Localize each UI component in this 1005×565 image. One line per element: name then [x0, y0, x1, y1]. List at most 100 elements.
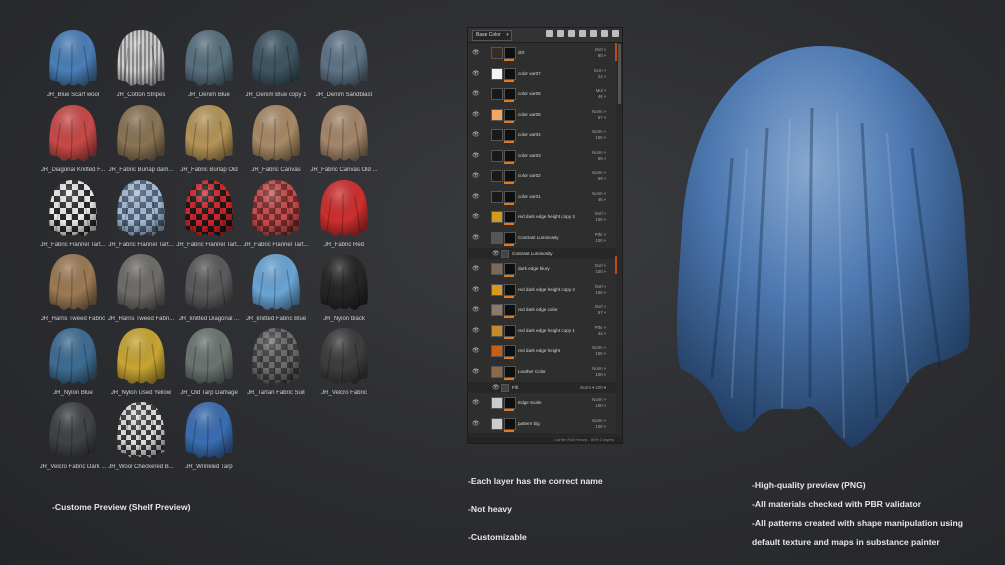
fill-layer-icon[interactable]	[579, 30, 586, 37]
layer-row[interactable]: 👁 color var03 Norm ▾ 59 ▾	[468, 145, 616, 167]
material-thumbnail[interactable]: JR_Fabric Canvas	[241, 103, 311, 175]
layer-blend[interactable]: Norm ▾ 100 ▾	[592, 366, 606, 378]
material-thumbnail-label: JR_Fabric Flannel Tart...	[40, 242, 106, 248]
material-thumbnail[interactable]: JR_Fabric Burlap Old	[174, 103, 244, 175]
visibility-eye-icon[interactable]: 👁	[472, 368, 480, 375]
layer-blend[interactable]: Ovrl ▾ 100 ▾	[595, 211, 606, 223]
layer-mask-thumbnail	[504, 149, 516, 162]
add-mask-icon[interactable]	[557, 30, 564, 37]
visibility-eye-icon[interactable]: 👁	[472, 327, 480, 334]
blend-mode: Norm	[592, 149, 603, 155]
material-thumbnail[interactable]: JR_Diagonal Knitted F...	[38, 103, 108, 175]
layer-blend[interactable]: Mul ▾ 48 ▾	[596, 88, 606, 100]
layer-blend[interactable]: Norm ▾ 100 ▾	[592, 397, 606, 409]
layer-row[interactable]: 👁 color var04 Norm ▾ 100 ▾	[468, 125, 616, 147]
layer-blend[interactable]: Ovrl ▾ 57 ▾	[595, 304, 606, 316]
visibility-eye-icon[interactable]: 👁	[472, 347, 480, 354]
material-thumbnail[interactable]: JR_Old Tarp Damage	[174, 326, 244, 398]
layer-row[interactable]: 👁 Contrast Luminosity Pthr ▾ 100 ▾	[468, 227, 616, 249]
material-thumbnail[interactable]: JR_Harris Tweed Fabric	[38, 252, 108, 324]
layer-row[interactable]: 👁 dark edge blury Ovrl ▾ 100 ▾	[468, 259, 616, 281]
layer-opacity-bar	[504, 295, 514, 298]
material-thumbnail[interactable]: JR_Nylon Blue	[38, 326, 108, 398]
material-thumbnail[interactable]: JR_Wrinkled Tarp	[174, 400, 244, 472]
visibility-eye-icon[interactable]: 👁	[472, 399, 480, 406]
visibility-eye-icon[interactable]: 👁	[472, 420, 480, 427]
layer-blend[interactable]: Norm ▾ 59 ▾	[592, 170, 606, 182]
visibility-eye-icon[interactable]: 👁	[492, 250, 500, 257]
blend-opacity: 57	[597, 114, 603, 120]
material-thumbnail[interactable]: JR_Fabric Burlap dam...	[106, 103, 176, 175]
trash-icon[interactable]	[612, 30, 619, 37]
layer-row[interactable]: 👁 color var02 Norm ▾ 59 ▾	[468, 166, 616, 188]
smart-material-icon[interactable]	[590, 30, 597, 37]
layer-row[interactable]: 👁 red dark edge color Ovrl ▾ 57 ▾	[468, 300, 616, 322]
add-effect-icon[interactable]	[546, 30, 553, 37]
material-thumbnail[interactable]: JR_Fabric Flannel Tart...	[241, 178, 311, 250]
material-thumbnail[interactable]: JR_Fabric Canvas Old ...	[309, 103, 379, 175]
layer-blend[interactable]: Norm ▾ 57 ▾	[592, 109, 606, 121]
visibility-eye-icon[interactable]: 👁	[472, 193, 480, 200]
material-thumbnail[interactable]: JR_Velcro Fabric	[309, 326, 379, 398]
visibility-eye-icon[interactable]: 👁	[492, 384, 500, 391]
layer-row[interactable]: 👁 color var07 Scrn ▾ 22 ▾	[468, 63, 616, 85]
layer-row[interactable]: 👁 Edge Scale Norm ▾ 100 ▾	[468, 393, 616, 415]
material-thumbnail[interactable]: JR_Denim Sandblast	[309, 28, 379, 100]
material-thumbnail[interactable]: JR_Wool Checkered B...	[106, 400, 176, 472]
layer-blend[interactable]: Pthr ▾ 44 ▾	[595, 325, 606, 337]
layer-blend[interactable]: Norm ▾ 45 ▾	[592, 191, 606, 203]
material-thumbnail[interactable]: JR_Cotton Stripes	[106, 28, 176, 100]
layer-blend[interactable]: Norm ▾ 100 ▾	[592, 129, 606, 141]
material-thumbnail[interactable]: JR_Nylon black	[309, 252, 379, 324]
material-thumbnail[interactable]: JR_Fabric Flannel Tart...	[174, 178, 244, 250]
channel-select[interactable]: Base Color ▾	[472, 30, 512, 41]
layer-blend[interactable]: Pthr ▾ 100 ▾	[595, 232, 606, 244]
layer-blend[interactable]: Norm ▾ 100 ▾	[592, 418, 606, 430]
layer-blend[interactable]: Ovrl ▾ 100 ▾	[595, 284, 606, 296]
material-thumbnail[interactable]: JR_Denim Blue copy 1	[241, 28, 311, 100]
visibility-eye-icon[interactable]: 👁	[472, 265, 480, 272]
visibility-eye-icon[interactable]: 👁	[472, 90, 480, 97]
material-thumbnail[interactable]: JR_Velcro Fabric Dark ...	[38, 400, 108, 472]
visibility-eye-icon[interactable]: 👁	[472, 172, 480, 179]
folder-icon[interactable]	[601, 30, 608, 37]
layer-blend[interactable]: Norm ▾ 100 ▾	[592, 345, 606, 357]
visibility-eye-icon[interactable]: 👁	[472, 213, 480, 220]
material-thumbnail[interactable]: JR_Fabric Flannel Tart...	[38, 178, 108, 250]
layer-blend[interactable]: Ovrl ▾ 100 ▾	[595, 263, 606, 275]
material-thumbnail[interactable]: JR_Blue Scarf wool	[38, 28, 108, 100]
material-thumbnail-label: JR_Fabric Burlap dam...	[108, 167, 174, 173]
layer-row[interactable]: 👁 red dark edge height copy 1 Pthr ▾ 44 ▾	[468, 320, 616, 342]
layer-row[interactable]: 👁 color var06 Mul ▾ 48 ▾	[468, 84, 616, 106]
material-thumbnail[interactable]: JR_Denim Blue	[174, 28, 244, 100]
visibility-eye-icon[interactable]: 👁	[472, 111, 480, 118]
layer-blend[interactable]: Norm ▾ 59 ▾	[592, 150, 606, 162]
material-thumbnail[interactable]: JR_Fabric Flannel Tart...	[106, 178, 176, 250]
layer-scrollbar[interactable]	[618, 44, 621, 104]
visibility-eye-icon[interactable]: 👁	[472, 131, 480, 138]
visibility-eye-icon[interactable]: 👁	[472, 152, 480, 159]
layer-row[interactable]: 👁 pattern big Norm ▾ 100 ▾	[468, 413, 616, 435]
material-thumbnail[interactable]: JR_knitted Diagonal ...	[174, 252, 244, 324]
layer-row[interactable]: 👁 Leather Color Norm ▾ 100 ▾	[468, 361, 616, 383]
layer-row[interactable]: 👁 red dark edge height Norm ▾ 100 ▾	[468, 341, 616, 363]
layer-blend[interactable]: Norm ▾ 100 ▾	[580, 385, 606, 391]
material-thumbnail[interactable]: JR_knitted Fabric Blue	[241, 252, 311, 324]
visibility-eye-icon[interactable]: 👁	[472, 49, 480, 56]
material-thumbnail[interactable]: JR_Nylon Used Yellow	[106, 326, 176, 398]
material-thumbnail[interactable]: JR_Fabric Red	[309, 178, 379, 250]
layer-row[interactable]: 👁 red dark edge height copy 2 Ovrl ▾ 100 …	[468, 279, 616, 301]
visibility-eye-icon[interactable]: 👁	[472, 286, 480, 293]
material-thumbnail[interactable]: JR_Tartan Fabric Suit	[241, 326, 311, 398]
layer-row[interactable]: 👁 dirt Ovrl ▾ 80 ▾	[468, 43, 616, 65]
layer-blend[interactable]: Scrn ▾ 22 ▾	[594, 68, 606, 80]
material-thumbnail[interactable]: JR_Harris Tweed Fabri...	[106, 252, 176, 324]
layer-blend[interactable]: Ovrl ▾ 80 ▾	[595, 47, 606, 59]
layer-row[interactable]: 👁 red dark edge height copy 2 Ovrl ▾ 100 …	[468, 207, 616, 229]
paint-layer-icon[interactable]	[568, 30, 575, 37]
visibility-eye-icon[interactable]: 👁	[472, 234, 480, 241]
layer-row[interactable]: 👁 color var01 Norm ▾ 45 ▾	[468, 186, 616, 208]
visibility-eye-icon[interactable]: 👁	[472, 70, 480, 77]
layer-row[interactable]: 👁 color var05 Norm ▾ 57 ▾	[468, 104, 616, 126]
visibility-eye-icon[interactable]: 👁	[472, 306, 480, 313]
